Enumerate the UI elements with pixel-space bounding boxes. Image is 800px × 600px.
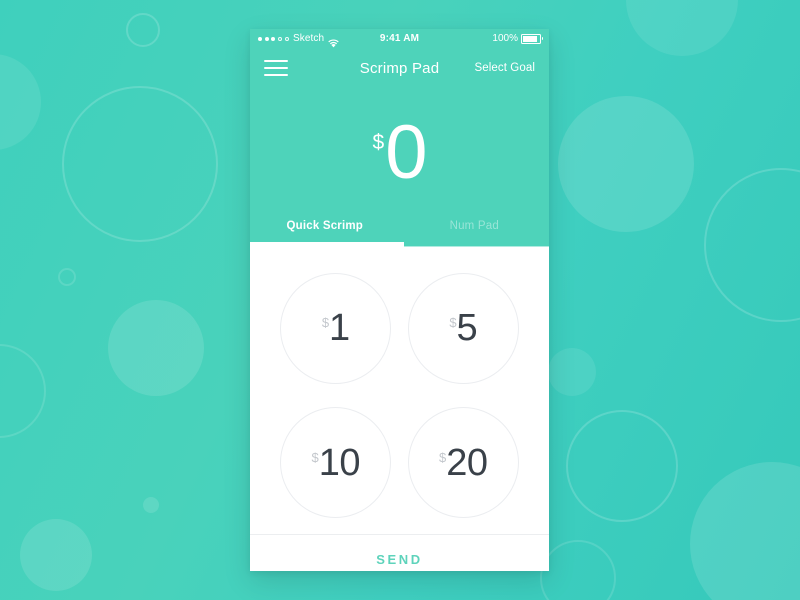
quick-amount-currency-symbol: $ [311,449,319,465]
quick-amount-value: 10 [318,441,361,484]
amount-value-group: $ 0 [372,110,428,196]
amount-value: 0 [385,110,427,196]
quick-amount-button-5[interactable]: $ 5 [407,272,519,384]
clock-label: 9:41 AM [379,33,420,44]
decorative-circle [704,168,800,322]
decorative-circle [143,497,159,513]
tab-num-pad-label: Num Pad [449,220,499,232]
quick-amount-currency-symbol: $ [438,449,447,465]
quick-amount-button-1[interactable]: $ 1 [280,272,392,384]
quick-amount-value: 5 [456,307,478,350]
decorative-circle [108,300,204,396]
app-canvas: Sketch 9:41 AM 100% Scrimp Pad Select Go… [0,0,800,600]
quick-amount-currency-symbol: $ [449,315,457,331]
quick-amount-button-10[interactable]: $ 10 [280,407,392,519]
tab-num-pad[interactable]: Num Pad [400,219,550,247]
quick-amount-value: 20 [446,441,488,484]
decorative-circle [548,348,596,396]
content-panel: $ 1 $ 5 $ 10 $ 20 SEND [250,247,549,571]
decorative-circle [126,13,160,47]
phone-mockup: Sketch 9:41 AM 100% Scrimp Pad Select Go… [250,29,549,571]
decorative-circle [626,0,738,56]
tab-divider-rule [403,246,549,247]
quick-amount-value: 1 [329,307,350,350]
active-tab-indicator [250,242,404,247]
status-bar: Sketch 9:41 AM 100% [250,29,549,49]
decorative-circle [566,410,678,522]
tab-bar: Quick Scrimp Num Pad [250,219,549,247]
decorative-circle [558,96,694,232]
decorative-circle [0,54,41,150]
decorative-circle [540,540,616,600]
quick-amount-grid: $ 1 $ 5 $ 10 $ 20 [250,247,549,534]
send-button[interactable]: SEND [250,534,549,571]
decorative-circle [690,462,800,600]
decorative-circle [62,86,218,242]
quick-amount-currency-symbol: $ [321,315,330,331]
decorative-circle [58,268,76,286]
decorative-circle [0,344,46,438]
navigation-bar: Scrimp Pad Select Goal [250,49,549,87]
tab-quick-scrimp-label: Quick Scrimp [286,220,364,232]
battery-icon [521,34,543,44]
select-goal-button[interactable]: Select Goal [474,62,535,74]
hamburger-menu-icon[interactable] [264,60,288,76]
send-button-label: SEND [376,552,423,567]
amount-display: $ 0 [250,87,549,219]
amount-currency-symbol: $ [372,131,385,155]
decorative-circle [20,519,92,591]
quick-amount-button-20[interactable]: $ 20 [407,407,519,519]
